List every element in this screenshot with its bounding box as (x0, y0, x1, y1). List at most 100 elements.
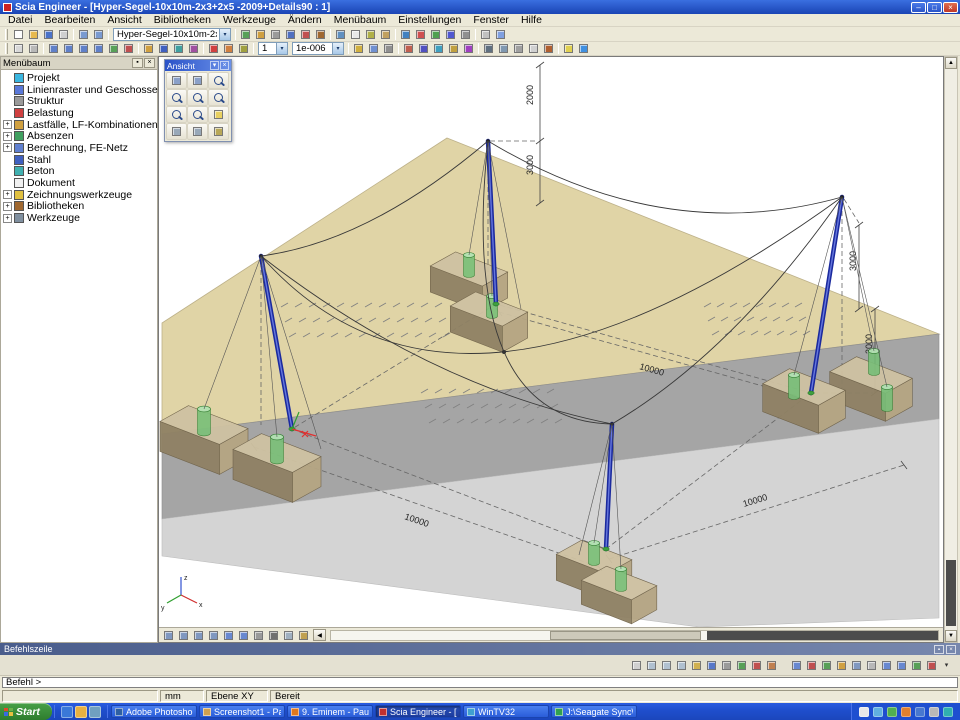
menu-men-baum[interactable]: Menübaum (328, 14, 393, 26)
grid-snap-icon[interactable] (704, 659, 719, 672)
document-icon[interactable] (348, 28, 363, 41)
menu-fenster[interactable]: Fenster (467, 14, 515, 26)
expand-icon[interactable]: + (3, 202, 12, 211)
sidebar-item-dokument[interactable]: Dokument (3, 177, 157, 189)
print-icon[interactable] (56, 28, 71, 41)
add-node-icon[interactable] (141, 42, 156, 55)
ansicht-floating-toolbar[interactable]: Ansicht ▾ × (164, 59, 232, 142)
sidebar-item-bibliotheken[interactable]: +Bibliotheken (3, 201, 157, 213)
close-icon[interactable]: × (220, 61, 229, 70)
hidden-lines-icon[interactable] (511, 42, 526, 55)
chevron-down-icon[interactable]: ▾ (332, 43, 343, 54)
snap-node-icon[interactable] (689, 659, 704, 672)
wireframe-icon[interactable] (266, 629, 281, 642)
zoom-cursor-icon[interactable] (208, 72, 229, 89)
menu-ansicht[interactable]: Ansicht (101, 14, 147, 26)
task-button-photoshop[interactable]: Adobe Photoshop CS3 E... (111, 705, 197, 718)
expand-icon[interactable]: + (3, 120, 12, 129)
table-icon[interactable] (333, 28, 348, 41)
zoom-out-icon[interactable] (187, 89, 208, 106)
ucs-icon[interactable] (401, 42, 416, 55)
quick-launch-desktop-icon[interactable] (89, 706, 101, 718)
fe-mesh-icon[interactable] (283, 28, 298, 41)
rel-coords-icon[interactable] (764, 659, 779, 672)
tray-display-icon[interactable] (929, 707, 939, 717)
add-support-icon[interactable] (186, 42, 201, 55)
menu-bibliotheken[interactable]: Bibliotheken (148, 14, 217, 26)
render-mode-icon[interactable] (208, 123, 229, 140)
delete-icon[interactable] (121, 42, 136, 55)
selection-filter-icon[interactable] (849, 659, 864, 672)
select-mode-icon[interactable] (864, 659, 879, 672)
sidebar-item-projekt[interactable]: Projekt (3, 72, 157, 84)
select-rect-icon[interactable] (26, 42, 41, 55)
minimize-button[interactable]: – (911, 2, 926, 13)
precision-field[interactable]: 1e-006 ▾ (292, 42, 344, 55)
vertical-scrollbar[interactable]: ▲ ▼ (944, 56, 958, 643)
tray-volume-icon[interactable] (859, 707, 869, 717)
horizontal-scrollbar-dark-segment[interactable] (707, 631, 938, 640)
lightbulb-icon[interactable] (208, 106, 229, 123)
view-side-icon[interactable] (206, 629, 221, 642)
menu-einstellungen[interactable]: Einstellungen (392, 14, 467, 26)
menu-werkzeuge[interactable]: Werkzeuge (217, 14, 282, 26)
task-button-wintv[interactable]: WinTV32 (463, 705, 549, 718)
zoom-all-icon[interactable] (398, 28, 413, 41)
accept-icon[interactable] (909, 659, 924, 672)
add-load-icon[interactable] (206, 42, 221, 55)
cancel-icon[interactable] (924, 659, 939, 672)
add-beam-icon[interactable] (156, 42, 171, 55)
tray-network-icon[interactable] (873, 707, 883, 717)
command-panel-titlebar[interactable]: Befehlszeile ▪ × (0, 643, 960, 655)
close-button[interactable]: × (943, 2, 958, 13)
chevron-down-icon[interactable]: ▾ (276, 43, 287, 54)
info-icon[interactable] (576, 42, 591, 55)
more-commands-icon[interactable]: ▾ (939, 659, 954, 672)
toolbar-grip[interactable] (5, 43, 8, 54)
sidebar-item-beton[interactable]: Beton (3, 166, 157, 178)
undo-icon[interactable] (76, 28, 91, 41)
work-plane-icon[interactable] (819, 659, 834, 672)
new-project-icon[interactable] (11, 28, 26, 41)
axes-icon[interactable] (416, 42, 431, 55)
task-button-media[interactable]: 9. Eminem - Paul (Skit) - ... (287, 705, 373, 718)
load-case-icon[interactable] (221, 42, 236, 55)
view-z-icon[interactable] (443, 28, 458, 41)
dot-grid-icon[interactable] (789, 659, 804, 672)
zoom-window-icon[interactable] (208, 89, 229, 106)
line-grid-icon[interactable] (804, 659, 819, 672)
sidebar-item-werkzeuge[interactable]: +Werkzeuge (3, 212, 157, 224)
start-button[interactable]: Start (0, 703, 52, 720)
pan-command-icon[interactable] (894, 659, 909, 672)
move-icon[interactable] (46, 42, 61, 55)
activity-filter-icon[interactable] (493, 28, 508, 41)
toolbar-grip[interactable] (5, 29, 8, 40)
clip-box-icon[interactable] (296, 629, 311, 642)
ortho-icon[interactable] (381, 42, 396, 55)
mirror-icon[interactable] (91, 42, 106, 55)
sidebar-item-struktur[interactable]: Struktur (3, 95, 157, 107)
previous-view-icon[interactable] (251, 629, 266, 642)
pan-view-icon[interactable] (187, 72, 208, 89)
view-front-icon[interactable] (191, 629, 206, 642)
maximize-button[interactable]: □ (927, 2, 942, 13)
zoom-fit-icon[interactable] (221, 629, 236, 642)
scroll-down-icon[interactable]: ▼ (945, 630, 957, 642)
title-bar[interactable]: Scia Engineer - [Hyper-Segel-10x10m-2x3+… (0, 0, 960, 14)
layers-icon[interactable] (238, 28, 253, 41)
view-y-icon[interactable] (428, 28, 443, 41)
close-icon[interactable]: × (144, 58, 155, 68)
camera-icon[interactable] (187, 123, 208, 140)
plane-xz-icon[interactable] (446, 42, 461, 55)
menu-datei[interactable]: Datei (2, 14, 39, 26)
scale-icon[interactable] (76, 42, 91, 55)
horizontal-scrollbar-thumb[interactable] (550, 631, 702, 640)
snap-intersection-icon[interactable] (674, 659, 689, 672)
select-arrow-icon[interactable] (11, 42, 26, 55)
abs-coords-icon[interactable] (749, 659, 764, 672)
scroll-up-icon[interactable]: ▲ (945, 57, 957, 69)
chevron-down-icon[interactable]: ▾ (210, 61, 219, 70)
clipping-box-icon[interactable] (478, 28, 493, 41)
menu-hilfe[interactable]: Hilfe (515, 14, 548, 26)
results-icon[interactable] (298, 28, 313, 41)
